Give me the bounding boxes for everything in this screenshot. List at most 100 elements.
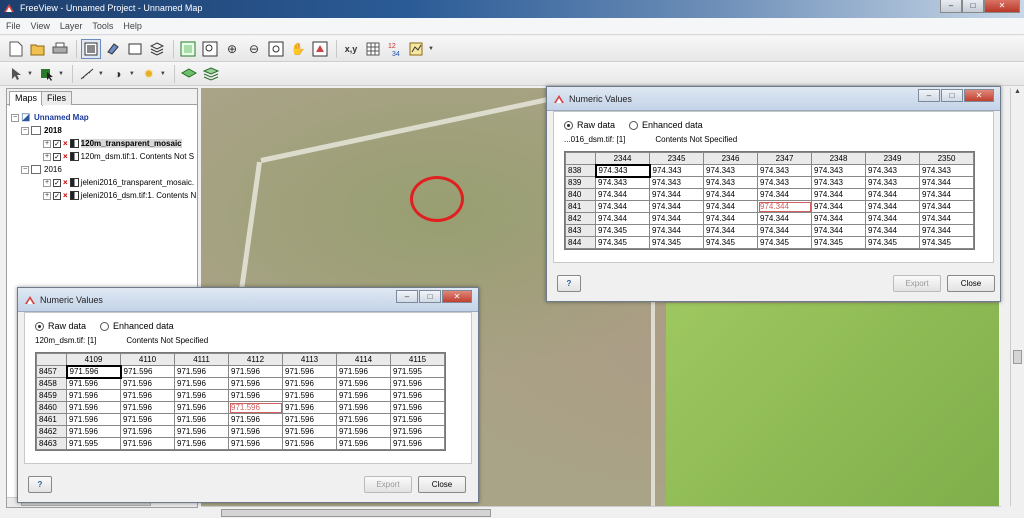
remove-icon[interactable]: × [63,139,68,148]
menu-view[interactable]: View [31,21,50,31]
chevron-down-icon[interactable]: ▼ [27,71,33,77]
value-cell[interactable]: 971.596 [282,425,337,438]
value-cell[interactable]: 974.343 [919,164,974,177]
tree-group-2016[interactable]: − 2016 [7,163,197,176]
layers-icon[interactable] [147,39,167,59]
value-cell[interactable]: 974.344 [757,200,812,213]
close-window-button[interactable]: ✕ [984,0,1020,13]
value-cell[interactable]: 971.596 [390,377,445,390]
column-header[interactable]: 4113 [282,353,337,366]
value-cell[interactable]: 971.596 [174,413,229,426]
zoom-window-icon[interactable] [266,39,286,59]
value-cell[interactable]: 974.345 [811,236,866,249]
close-button[interactable]: Close [418,476,466,493]
menu-tools[interactable]: Tools [92,21,113,31]
tree-layer-item[interactable]: + ✓ × jeleni2016_dsm.tif:1. Contents N [7,189,197,202]
column-header[interactable]: 2347 [757,152,812,165]
column-header[interactable]: 4114 [336,353,391,366]
value-cell[interactable]: 974.344 [919,212,974,225]
row-header[interactable]: 839 [565,176,596,189]
value-cell[interactable]: 974.344 [919,224,974,237]
contrast-icon[interactable]: ◑ [108,64,128,84]
value-cell[interactable]: 971.596 [282,413,337,426]
column-header[interactable]: 2349 [865,152,920,165]
value-cell[interactable]: 971.596 [120,425,175,438]
value-cell[interactable]: 971.596 [390,425,445,438]
menu-help[interactable]: Help [123,21,142,31]
zoom-extent-icon[interactable] [178,39,198,59]
dialog-title-bar[interactable]: Numeric Values – □ ✕ [547,87,1000,111]
row-header[interactable]: 840 [565,188,596,201]
zoom-out-icon[interactable]: ⊖ [244,39,264,59]
value-cell[interactable]: 974.344 [595,200,650,213]
value-cell[interactable]: 971.596 [390,413,445,426]
value-cell[interactable]: 971.596 [228,425,283,438]
value-cell[interactable]: 971.596 [174,389,229,402]
value-cell[interactable]: 971.596 [336,425,391,438]
value-cell[interactable]: 971.596 [174,401,229,414]
layer-stack-icon[interactable] [201,64,221,84]
row-header[interactable]: 8463 [36,437,67,450]
sun-icon[interactable]: ✹ [139,64,159,84]
value-cell[interactable]: 974.344 [919,200,974,213]
enhanced-data-radio[interactable] [100,321,110,331]
value-cell[interactable]: 974.345 [865,236,920,249]
column-header[interactable]: 2344 [595,152,650,165]
map-vertical-scrollbar[interactable]: ▲ [1010,88,1024,506]
value-cell[interactable]: 974.344 [757,188,812,201]
print-icon[interactable] [50,39,70,59]
value-cell[interactable]: 971.596 [390,401,445,414]
column-header[interactable]: 4115 [390,353,445,366]
scroll-thumb[interactable] [1013,350,1022,364]
remove-icon[interactable]: × [63,152,68,161]
value-cell[interactable]: 974.344 [865,200,920,213]
value-cell[interactable]: 971.596 [390,437,445,450]
row-header[interactable]: 8457 [36,365,67,378]
maximize-button[interactable]: □ [941,89,963,102]
value-cell[interactable]: 971.596 [174,425,229,438]
layer-checkbox[interactable]: ✓ [53,152,61,161]
value-cell[interactable]: 974.344 [757,224,812,237]
maximize-button[interactable]: □ [962,0,984,13]
map-icon[interactable] [81,38,101,59]
value-cell[interactable]: 974.345 [703,236,758,249]
grid-icon[interactable] [363,39,383,59]
value-cell[interactable]: 971.596 [120,377,175,390]
value-cell[interactable]: 974.344 [595,212,650,225]
help-icon[interactable]: ? [28,476,52,493]
tab-files[interactable]: Files [41,91,73,105]
value-cell[interactable]: 971.596 [120,365,175,378]
value-cell[interactable]: 974.344 [649,200,704,213]
value-cell[interactable]: 971.596 [65,364,122,379]
profile-icon[interactable] [407,39,427,59]
tree-layer-item[interactable]: + ✓ × 120m_dsm.tif:1. Contents Not S [7,150,197,163]
value-cell[interactable]: 974.345 [649,236,704,249]
scroll-thumb[interactable] [221,509,491,517]
value-cell[interactable]: 974.344 [811,200,866,213]
chevron-down-icon[interactable]: ▼ [98,71,104,77]
column-header[interactable]: 4111 [174,353,229,366]
expand-icon[interactable]: + [43,178,51,187]
value-cell[interactable]: 971.596 [228,413,283,426]
value-cell[interactable]: 971.596 [66,377,121,390]
frame-icon[interactable] [125,39,145,59]
value-cell[interactable]: 971.596 [228,401,283,414]
value-cell[interactable]: 971.596 [282,365,337,378]
value-cell[interactable]: 971.596 [120,413,175,426]
row-header[interactable]: 8459 [36,389,67,402]
zoom-box-icon[interactable] [200,39,220,59]
export-button[interactable]: Export [893,275,941,292]
value-cell[interactable]: 971.596 [336,389,391,402]
value-cell[interactable]: 971.596 [120,389,175,402]
value-cell[interactable]: 971.596 [120,401,175,414]
raw-data-radio[interactable] [564,120,573,130]
column-header[interactable]: 2350 [919,152,974,165]
value-cell[interactable]: 974.344 [865,224,920,237]
column-header[interactable]: 4110 [120,353,175,366]
value-cell[interactable]: 974.343 [865,176,920,189]
value-cell[interactable]: 971.596 [336,413,391,426]
value-cell[interactable]: 971.596 [228,377,283,390]
value-cell[interactable]: 974.343 [595,176,650,189]
close-button[interactable]: Close [947,275,995,292]
minimize-button[interactable]: – [396,290,418,303]
